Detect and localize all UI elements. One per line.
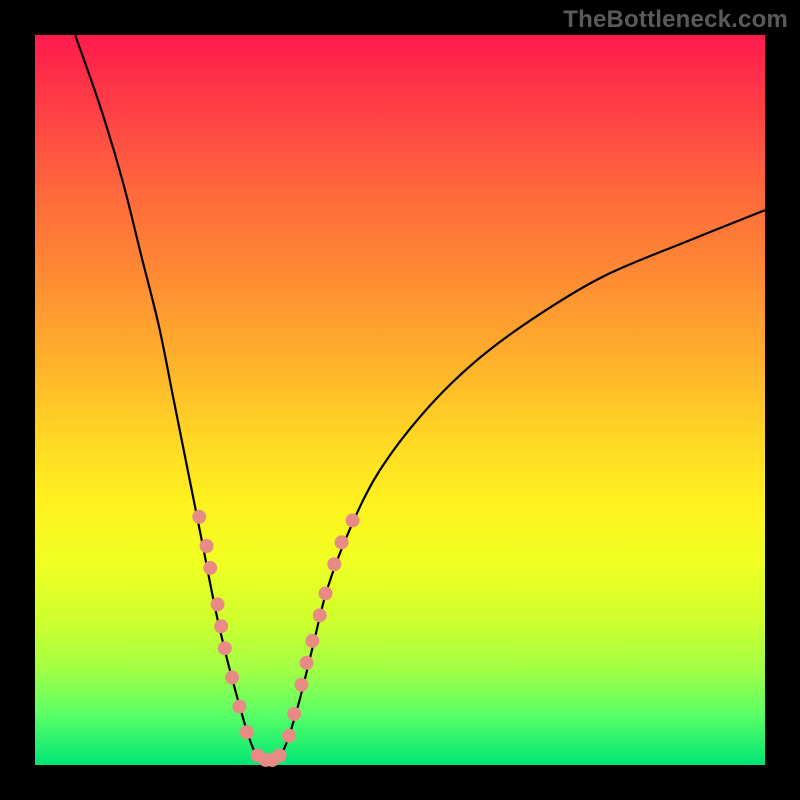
curve-group (75, 35, 765, 761)
marker-dot (218, 641, 232, 655)
bottleneck-curve (75, 35, 765, 761)
marker-dot (287, 707, 301, 721)
chart-figure: TheBottleneck.com (0, 0, 800, 800)
marker-dot (305, 634, 319, 648)
marker-dot (346, 513, 360, 527)
marker-dot (200, 539, 214, 553)
marker-dot (282, 729, 296, 743)
marker-dot (192, 510, 206, 524)
marker-dot (203, 561, 217, 575)
marker-dot (240, 725, 254, 739)
marker-dot (335, 535, 349, 549)
watermark-text: TheBottleneck.com (563, 6, 788, 34)
marker-dot (300, 656, 314, 670)
dots-group (192, 510, 359, 767)
marker-dot (273, 749, 287, 763)
marker-dot (327, 557, 341, 571)
marker-dot (313, 608, 327, 622)
marker-dot (319, 586, 333, 600)
marker-dot (232, 700, 246, 714)
marker-dot (225, 670, 239, 684)
marker-dot (211, 597, 225, 611)
chart-svg (35, 35, 765, 765)
marker-dot (214, 619, 228, 633)
marker-dot (294, 678, 308, 692)
